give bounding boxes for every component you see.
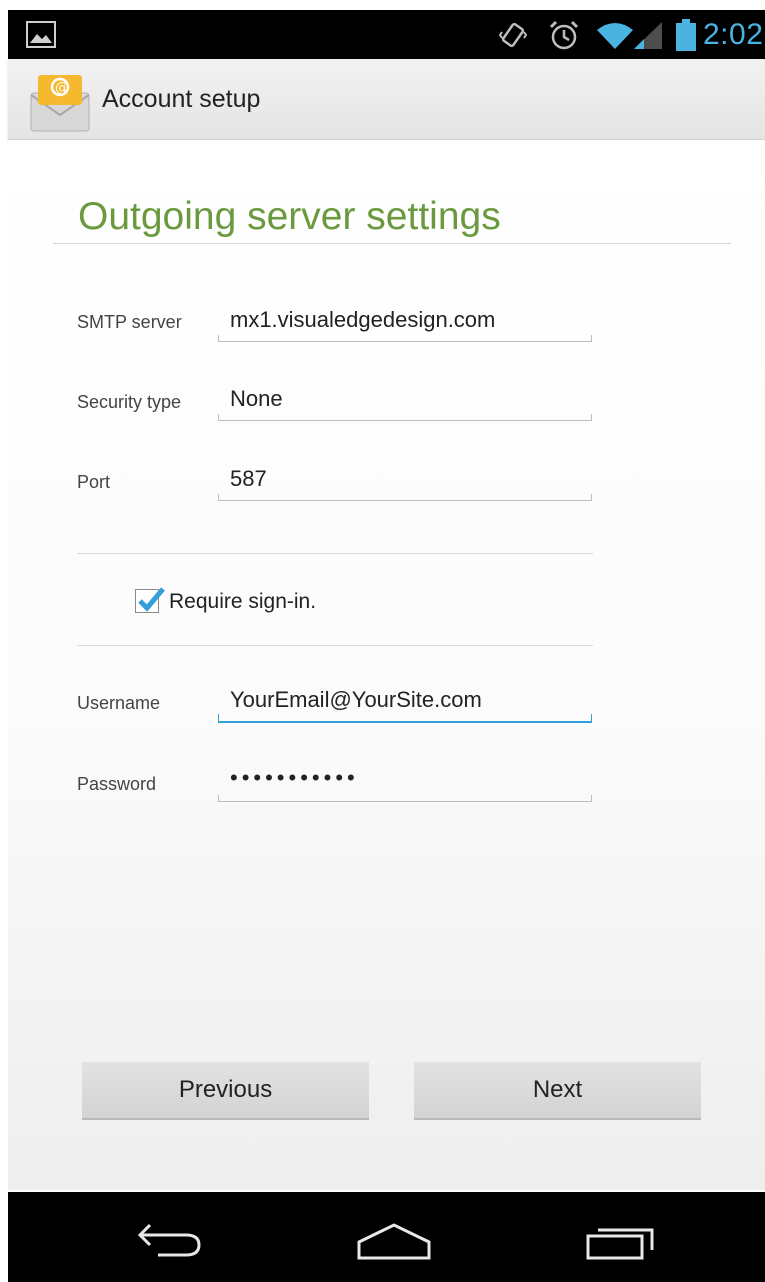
require-signin-label[interactable]: Require sign-in. xyxy=(169,590,316,614)
cell-signal-icon xyxy=(634,22,662,49)
navigation-bar xyxy=(8,1192,765,1282)
status-time: 2:02 xyxy=(703,18,764,51)
port-value: 587 xyxy=(230,466,267,491)
security-type-label: Security type xyxy=(77,392,182,412)
vibrate-icon xyxy=(498,22,528,48)
username-field[interactable]: YourEmail@YourSite.com xyxy=(218,685,592,723)
action-bar-title: Account setup xyxy=(102,85,261,113)
next-button[interactable]: Next xyxy=(414,1062,701,1120)
smtp-server-label: SMTP server xyxy=(77,312,182,332)
password-field[interactable]: ••••••••••• xyxy=(218,765,592,802)
wifi-icon xyxy=(597,23,633,49)
email-app-icon[interactable]: @ xyxy=(28,71,92,133)
settings-content: Outgoing server settings SMTP server mx1… xyxy=(8,140,765,1190)
security-type-spinner[interactable]: None xyxy=(218,384,592,421)
home-icon[interactable] xyxy=(356,1222,432,1262)
action-bar: @ Account setup xyxy=(8,59,765,140)
username-label: Username xyxy=(77,693,161,713)
port-field[interactable]: 587 xyxy=(218,464,592,501)
recent-apps-icon[interactable] xyxy=(584,1222,656,1262)
battery-icon xyxy=(676,19,696,51)
alarm-icon xyxy=(549,20,579,50)
password-value: ••••••••••• xyxy=(230,765,359,790)
status-bar: 2:02 xyxy=(8,10,765,59)
username-value: YourEmail@YourSite.com xyxy=(230,687,482,712)
smtp-server-field[interactable]: mx1.visualedgedesign.com xyxy=(218,305,592,342)
password-label: Password xyxy=(77,774,157,794)
previous-button[interactable]: Previous xyxy=(82,1062,369,1120)
svg-text:@: @ xyxy=(55,80,69,96)
smtp-server-value: mx1.visualedgedesign.com xyxy=(230,307,496,332)
port-label: Port xyxy=(77,472,111,492)
require-signin-checkbox[interactable] xyxy=(135,587,165,613)
back-icon[interactable] xyxy=(136,1219,206,1259)
title-divider xyxy=(53,243,731,244)
checkmark-icon xyxy=(138,587,165,612)
security-type-value: None xyxy=(230,386,283,411)
section-divider xyxy=(77,553,593,554)
photo-icon xyxy=(26,21,56,48)
section-divider xyxy=(77,645,593,646)
page-title: Outgoing server settings xyxy=(78,195,501,238)
